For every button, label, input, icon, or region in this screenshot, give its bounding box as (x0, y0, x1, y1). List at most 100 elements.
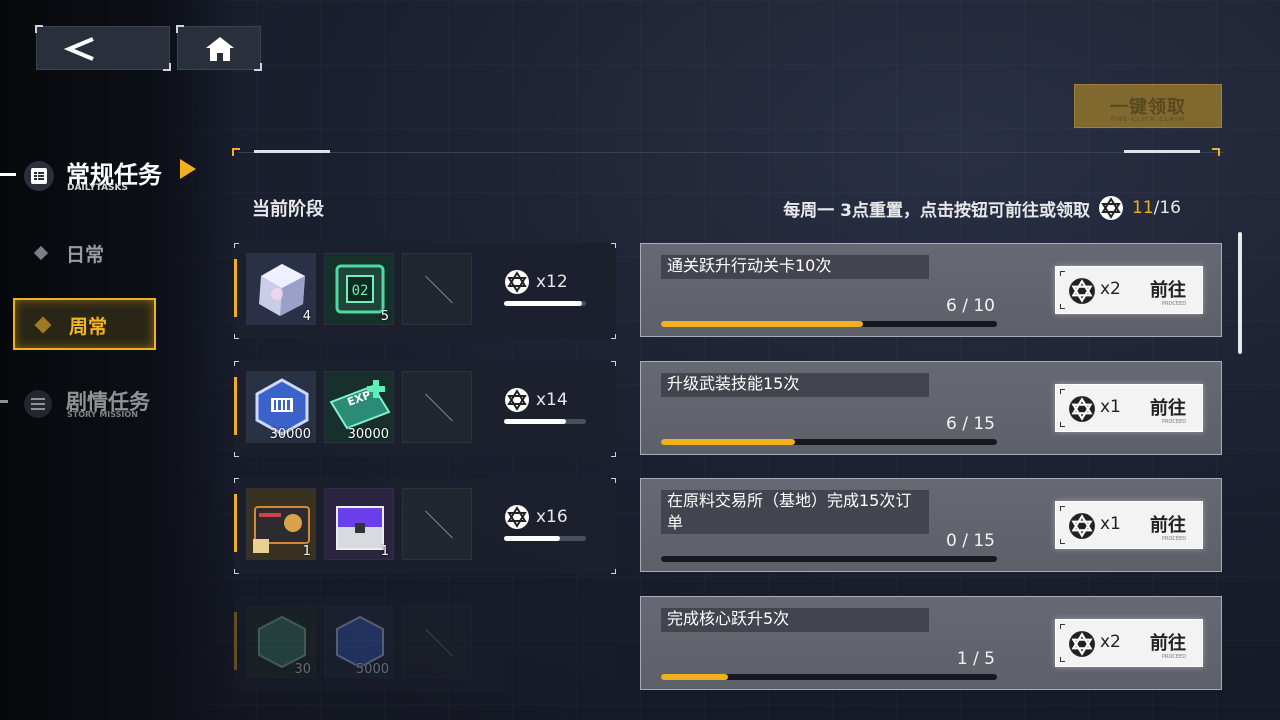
reward-item-empty (402, 253, 472, 325)
reward-stage-2: 30000 EXP 30000 x14 (234, 361, 616, 457)
reward-item-credit-cube[interactable]: 30000 (246, 371, 316, 443)
task-progress-bar (661, 321, 997, 327)
weekly-progress-current: 11 (1132, 198, 1154, 218)
reward-qty: 4 (302, 309, 311, 324)
task-name: 在原料交易所（基地）完成15次订单 (661, 490, 929, 534)
nav-weekly[interactable]: 周常 (13, 298, 156, 350)
activity-badge-icon (1069, 396, 1095, 422)
nav-daily-label: 日常 (66, 244, 105, 266)
reward-item-blue-part[interactable]: 5000 (324, 606, 394, 678)
task-name: 升级武装技能15次 (661, 373, 929, 397)
nav-dash (0, 173, 16, 176)
stage-stripe (234, 494, 237, 552)
reward-qty: 5000 (355, 662, 389, 677)
proceed-button[interactable]: x2 前往 PROCEED (1055, 619, 1203, 667)
reward-item-gift-card[interactable]: 1 (246, 488, 316, 560)
menu-icon (24, 390, 52, 418)
stage-stripe (234, 612, 237, 670)
reward-stage-1: 4 02 5 x12 (234, 243, 616, 339)
badge-progress-bar (504, 419, 586, 424)
badge-multiplier: x1 (1100, 514, 1121, 534)
reward-item-empty (402, 488, 472, 560)
nav-weekly-label: 周常 (69, 316, 108, 338)
home-button[interactable] (176, 25, 262, 71)
badge-multiplier: x1 (1100, 397, 1121, 417)
nav-regular-tasks[interactable]: 常规任务 DAILYTASKS (0, 155, 210, 195)
task-count: 6 / 15 (946, 414, 995, 434)
reward-item-chip[interactable]: 02 5 (324, 253, 394, 325)
proceed-button[interactable]: x1 前往 PROCEED (1055, 384, 1203, 432)
back-arrow-icon (63, 37, 94, 61)
svg-text:02: 02 (352, 283, 369, 299)
proceed-button[interactable]: x1 前往 PROCEED (1055, 501, 1203, 549)
proceed-label: 前往 (1150, 633, 1186, 654)
divider-mark-right (1124, 150, 1200, 153)
reward-stage-4: 30 5000 (234, 596, 616, 692)
reset-info: 每周一 3点重置，点击按钮可前往或领取 11/16 (783, 195, 1181, 221)
stage-stripe (234, 377, 237, 435)
task-count: 1 / 5 (956, 649, 995, 669)
badge-progress-bar (504, 301, 586, 306)
proceed-sublabel: PROCEED (1162, 654, 1187, 660)
back-button[interactable] (35, 25, 171, 71)
proceed-label: 前往 (1150, 398, 1186, 419)
task-card: 通关跃升行动关卡10次 6 / 10 x2 前往 PROCEED (640, 243, 1222, 337)
current-stage-title: 当前阶段 (252, 199, 324, 220)
task-progress-bar (661, 439, 997, 445)
badge-reward: x14 (504, 387, 568, 413)
task-progress-bar (661, 674, 997, 680)
reward-qty: 1 (380, 544, 389, 559)
header-divider (238, 152, 1224, 153)
reward-qty: 30000 (347, 427, 389, 442)
reset-text: 每周一 3点重置，点击按钮可前往或领取 (783, 200, 1090, 221)
reward-qty: 30 (294, 662, 311, 677)
reward-qty: 30000 (269, 427, 311, 442)
weekly-progress-total: /16 (1153, 198, 1181, 218)
proceed-label: 前往 (1150, 515, 1186, 536)
task-card: 升级武装技能15次 6 / 15 x1 前往 PROCEED (640, 361, 1222, 455)
badge-reward: x12 (504, 269, 568, 295)
task-count: 0 / 15 (946, 531, 995, 551)
selected-arrow-icon (180, 159, 196, 179)
proceed-button[interactable]: x2 前往 PROCEED (1055, 266, 1203, 314)
reward-item-green-part[interactable]: 30 (246, 606, 316, 678)
activity-badge-icon (1069, 278, 1095, 304)
proceed-sublabel: PROCEED (1162, 301, 1187, 307)
sidebar-shade (0, 0, 235, 720)
activity-badge-icon (1099, 196, 1123, 220)
reward-stage-3: 1 1 x16 (234, 478, 616, 574)
task-count: 6 / 10 (946, 296, 995, 316)
task-card: 在原料交易所（基地）完成15次订单 0 / 15 x1 前往 PROCEED (640, 478, 1222, 572)
divider-tick-right (1212, 148, 1220, 156)
claim-all-sublabel: ONE-CLICK CLAIM (1110, 116, 1186, 123)
reward-item-empty (402, 606, 472, 678)
proceed-sublabel: PROCEED (1162, 536, 1187, 542)
badge-multiplier: x2 (1100, 279, 1121, 299)
badge-reward: x16 (504, 504, 568, 530)
activity-badge-icon (1069, 513, 1095, 539)
home-icon (206, 37, 234, 61)
task-list-scrollbar[interactable] (1238, 232, 1242, 354)
reward-qty: 1 (302, 544, 311, 559)
diamond-icon (34, 316, 52, 334)
activity-badge-icon (1069, 631, 1095, 657)
stage-stripe (234, 259, 237, 317)
reward-item-exp-ticket[interactable]: EXP 30000 (324, 371, 394, 443)
reward-item-chest[interactable]: 1 (324, 488, 394, 560)
reward-item-empty (402, 371, 472, 443)
nav-story-mission[interactable]: 剧情任务 STORY MISSION (0, 386, 210, 422)
activity-badge-icon (505, 388, 529, 412)
nav-regular-subtitle: DAILYTASKS (67, 183, 128, 193)
badge-multiplier: x2 (1100, 632, 1121, 652)
activity-badge-icon (505, 270, 529, 294)
badge-amount: x14 (536, 390, 568, 410)
badge-amount: x16 (536, 507, 568, 527)
task-card: 完成核心跃升5次 1 / 5 x2 前往 PROCEED (640, 596, 1222, 690)
activity-badge-icon (505, 505, 529, 529)
proceed-sublabel: PROCEED (1162, 419, 1187, 425)
reward-qty: 5 (380, 309, 389, 324)
list-icon (24, 161, 54, 191)
badge-progress-bar (504, 536, 586, 541)
reward-item-crystal-cube[interactable]: 4 (246, 253, 316, 325)
claim-all-button[interactable]: 一键领取 ONE-CLICK CLAIM (1074, 84, 1222, 128)
